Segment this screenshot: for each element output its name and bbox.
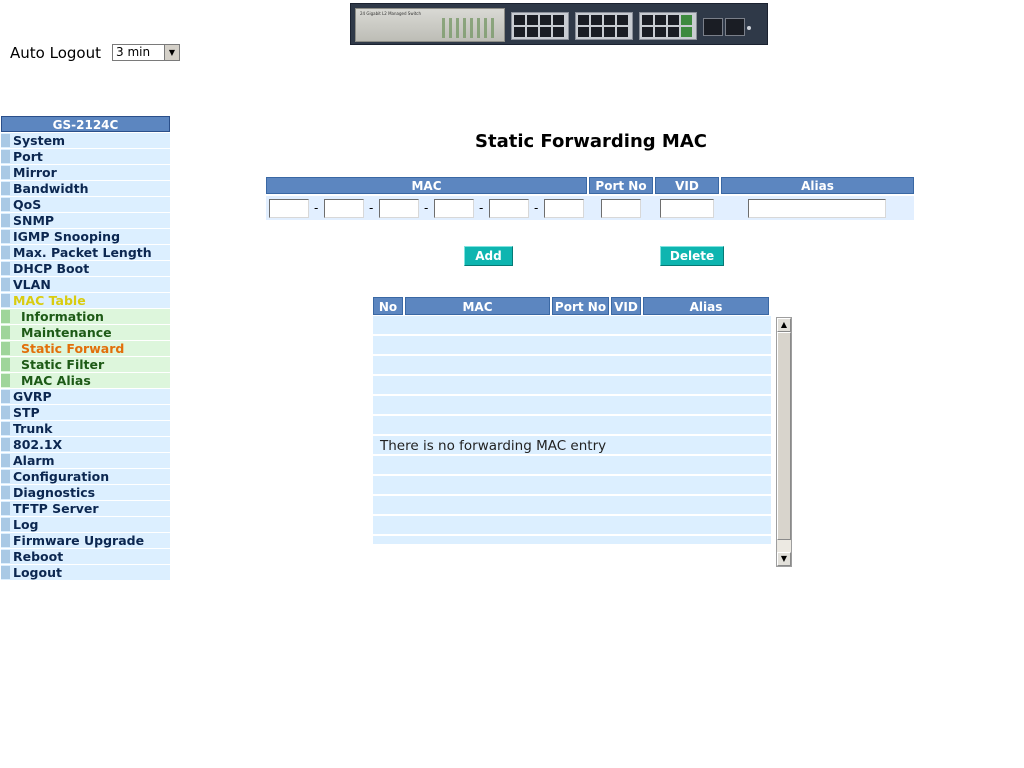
- header-port-no: Port No: [589, 177, 653, 194]
- mac-octet-4-input[interactable]: [434, 199, 474, 218]
- mac-octet-1-input[interactable]: [269, 199, 309, 218]
- entry-table: MAC Port No VID Alias - - - - -: [266, 177, 914, 220]
- sfp-port-1: [703, 18, 723, 36]
- sfp-port-2: [725, 18, 745, 36]
- sidebar-subitem-information[interactable]: Information: [1, 309, 170, 324]
- mac-separator: -: [424, 201, 429, 215]
- sidebar-item-firmware-upgrade[interactable]: Firmware Upgrade: [1, 533, 170, 548]
- sidebar-subitem-mac-alias[interactable]: MAC Alias: [1, 373, 170, 388]
- switch-device-image: 24 Gigabit L2 Managed Switch: [350, 3, 768, 45]
- list-header-no: No: [373, 297, 403, 315]
- list-scrollbar[interactable]: ▲ ▼: [776, 317, 792, 567]
- mac-separator: -: [534, 201, 539, 215]
- port-group-3: [639, 12, 697, 40]
- sidebar-item-qos[interactable]: QoS: [1, 197, 170, 212]
- list-row: [373, 536, 771, 544]
- arrow-up-icon[interactable]: ▲: [777, 318, 791, 332]
- sidebar-item-system[interactable]: System: [1, 133, 170, 148]
- sidebar-title: GS-2124C: [1, 116, 170, 132]
- sidebar-item-alarm[interactable]: Alarm: [1, 453, 170, 468]
- sidebar-item-reboot[interactable]: Reboot: [1, 549, 170, 564]
- list-header-row: No MAC Port No VID Alias: [373, 297, 771, 315]
- sidebar-subitem-maintenance[interactable]: Maintenance: [1, 325, 170, 340]
- mac-separator: -: [479, 201, 484, 215]
- arrow-down-icon[interactable]: ▼: [777, 552, 791, 566]
- page-title: Static Forwarding MAC: [475, 131, 707, 152]
- device-label: 24 Gigabit L2 Managed Switch: [360, 11, 422, 16]
- list-row: [373, 456, 771, 474]
- sidebar-item-bandwidth[interactable]: Bandwidth: [1, 181, 170, 196]
- list-row: [373, 356, 771, 374]
- sidebar-item-dhcp-boot[interactable]: DHCP Boot: [1, 261, 170, 276]
- entry-input-row: - - - - -: [266, 196, 914, 220]
- sidebar-item-trunk[interactable]: Trunk: [1, 421, 170, 436]
- sidebar-item-stp[interactable]: STP: [1, 405, 170, 420]
- list-row: [373, 336, 771, 354]
- sidebar-item-mac-table[interactable]: MAC Table: [1, 293, 170, 308]
- status-leds: [442, 18, 498, 38]
- entry-header-row: MAC Port No VID Alias: [266, 177, 914, 194]
- list-header-vid: VID: [611, 297, 641, 315]
- chevron-down-icon[interactable]: ▼: [164, 45, 179, 60]
- reset-button-icon: [747, 26, 751, 30]
- header-mac: MAC: [266, 177, 587, 194]
- header-vid: VID: [655, 177, 719, 194]
- header-alias: Alias: [721, 177, 914, 194]
- sidebar-item-gvrp[interactable]: GVRP: [1, 389, 170, 404]
- list-header-mac: MAC: [405, 297, 550, 315]
- sidebar-subitem-static-forward[interactable]: Static Forward: [1, 341, 170, 356]
- list-header-alias: Alias: [643, 297, 769, 315]
- sidebar-item-diagnostics[interactable]: Diagnostics: [1, 485, 170, 500]
- mac-octet-6-input[interactable]: [544, 199, 584, 218]
- sidebar-item-tftp-server[interactable]: TFTP Server: [1, 501, 170, 516]
- add-button[interactable]: Add: [464, 246, 513, 266]
- sidebar-item-igmp-snooping[interactable]: IGMP Snooping: [1, 229, 170, 244]
- list-rows: [373, 316, 771, 544]
- mac-octet-5-input[interactable]: [489, 199, 529, 218]
- sidebar-item-port[interactable]: Port: [1, 149, 170, 164]
- auto-logout-value: 3 min: [116, 45, 151, 59]
- auto-logout: Auto Logout 3 min ▼: [10, 44, 180, 62]
- list-row: [373, 516, 771, 534]
- empty-list-message: There is no forwarding MAC entry: [380, 438, 607, 454]
- mac-separator: -: [314, 201, 319, 215]
- sidebar-item-log[interactable]: Log: [1, 517, 170, 532]
- delete-button[interactable]: Delete: [660, 246, 724, 266]
- list-row: [373, 416, 771, 434]
- sidebar-subitem-static-filter[interactable]: Static Filter: [1, 357, 170, 372]
- list-row: [373, 316, 771, 334]
- mac-octet-3-input[interactable]: [379, 199, 419, 218]
- list-row: [373, 376, 771, 394]
- auto-logout-label: Auto Logout: [10, 44, 101, 62]
- sidebar: GS-2124C System Port Mirror Bandwidth Qo…: [1, 116, 170, 581]
- sidebar-item-mirror[interactable]: Mirror: [1, 165, 170, 180]
- port-group-2: [575, 12, 633, 40]
- list-row: [373, 476, 771, 494]
- list-row: [373, 396, 771, 414]
- scrollbar-thumb[interactable]: [777, 332, 791, 540]
- sidebar-item-vlan[interactable]: VLAN: [1, 277, 170, 292]
- sidebar-item-logout[interactable]: Logout: [1, 565, 170, 580]
- list-header-port-no: Port No: [552, 297, 609, 315]
- auto-logout-select[interactable]: 3 min ▼: [112, 44, 180, 61]
- switch-front-panel: 24 Gigabit L2 Managed Switch: [355, 8, 505, 42]
- port-no-input[interactable]: [601, 199, 641, 218]
- sidebar-item-snmp[interactable]: SNMP: [1, 213, 170, 228]
- sidebar-item-max-packet-length[interactable]: Max. Packet Length: [1, 245, 170, 260]
- list-row: [373, 496, 771, 514]
- sidebar-item-8021x[interactable]: 802.1X: [1, 437, 170, 452]
- port-group-1: [511, 12, 569, 40]
- mac-octet-2-input[interactable]: [324, 199, 364, 218]
- forwarding-mac-list: No MAC Port No VID Alias There is no for…: [373, 297, 771, 544]
- alias-input[interactable]: [748, 199, 886, 218]
- vid-input[interactable]: [660, 199, 714, 218]
- mac-separator: -: [369, 201, 374, 215]
- sidebar-item-configuration[interactable]: Configuration: [1, 469, 170, 484]
